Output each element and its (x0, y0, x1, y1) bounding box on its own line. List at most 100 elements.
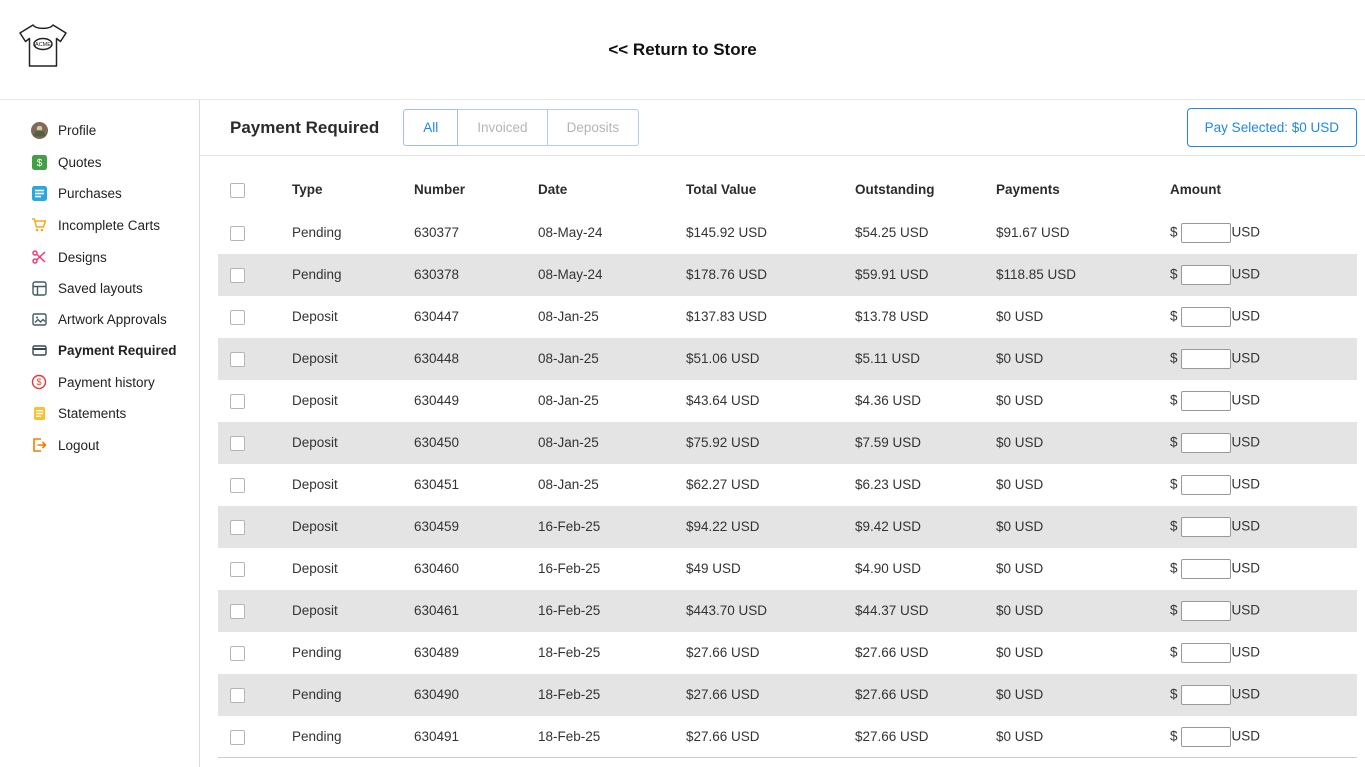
cell-select (218, 716, 292, 758)
row-checkbox[interactable] (230, 646, 245, 661)
tab-group: AllInvoicedDeposits (403, 109, 639, 146)
sidebar-item-quotes[interactable]: $Quotes (0, 147, 199, 178)
amount-input[interactable] (1181, 475, 1231, 495)
table-row: Deposit63044808-Jan-25$51.06 USD$5.11 US… (218, 338, 1357, 380)
row-checkbox[interactable] (230, 226, 245, 241)
cell-select (218, 590, 292, 632)
row-checkbox[interactable] (230, 394, 245, 409)
cell-type: Pending (292, 674, 414, 716)
row-checkbox[interactable] (230, 688, 245, 703)
cell-select (218, 254, 292, 296)
amount-input[interactable] (1181, 433, 1231, 453)
cell-amount: $ USD (1170, 548, 1357, 590)
amount-input[interactable] (1181, 349, 1231, 369)
cell-outstanding: $27.66 USD (855, 632, 996, 674)
svg-text:ACME: ACME (35, 42, 51, 48)
sidebar-item-purchases[interactable]: Purchases (0, 178, 199, 209)
sidebar-item-designs[interactable]: Designs (0, 241, 199, 273)
cell-outstanding: $54.25 USD (855, 212, 996, 254)
amount-input[interactable] (1181, 727, 1231, 747)
amount-currency-prefix: $ (1170, 561, 1178, 576)
sidebar-item-saved-layouts[interactable]: Saved layouts (0, 273, 199, 304)
cell-outstanding: $6.23 USD (855, 464, 996, 506)
amount-input[interactable] (1181, 391, 1231, 411)
row-checkbox[interactable] (230, 478, 245, 493)
table-body: Pending63037708-May-24$145.92 USD$54.25 … (218, 212, 1357, 758)
row-checkbox[interactable] (230, 562, 245, 577)
row-checkbox[interactable] (230, 730, 245, 745)
column-header-number: Number (414, 156, 538, 212)
cell-outstanding: $5.11 USD (855, 338, 996, 380)
sidebar-item-payment-history[interactable]: $Payment history (0, 366, 199, 398)
statements-icon (30, 406, 48, 421)
return-to-store-link[interactable]: << Return to Store (608, 40, 756, 60)
amount-input[interactable] (1181, 265, 1231, 285)
amount-input[interactable] (1181, 643, 1231, 663)
table-row: Pending63049118-Feb-25$27.66 USD$27.66 U… (218, 716, 1357, 758)
amount-currency-suffix: USD (1232, 309, 1261, 324)
cell-date: 18-Feb-25 (538, 716, 686, 758)
table-row: Deposit63045008-Jan-25$75.92 USD$7.59 US… (218, 422, 1357, 464)
row-checkbox[interactable] (230, 310, 245, 325)
cell-payments: $0 USD (996, 590, 1170, 632)
sidebar-item-artwork-approvals[interactable]: Artwork Approvals (0, 304, 199, 335)
table-row: Pending63037708-May-24$145.92 USD$54.25 … (218, 212, 1357, 254)
cell-payments: $0 USD (996, 380, 1170, 422)
table-row: Pending63048918-Feb-25$27.66 USD$27.66 U… (218, 632, 1357, 674)
row-checkbox[interactable] (230, 352, 245, 367)
cell-select (218, 422, 292, 464)
select-all-checkbox[interactable] (230, 183, 245, 198)
cell-date: 08-May-24 (538, 212, 686, 254)
sidebar-item-profile[interactable]: Profile (0, 114, 199, 147)
tab-invoiced[interactable]: Invoiced (457, 109, 547, 146)
cell-total-value: $27.66 USD (686, 674, 855, 716)
cell-type: Pending (292, 716, 414, 758)
row-checkbox[interactable] (230, 268, 245, 283)
amount-input[interactable] (1181, 517, 1231, 537)
cell-amount: $USD (1170, 422, 1357, 464)
cell-number: 630460 (414, 548, 538, 590)
amount-currency-suffix: USD (1232, 561, 1261, 576)
sidebar-item-statements[interactable]: Statements (0, 398, 199, 429)
cell-number: 630490 (414, 674, 538, 716)
amount-input[interactable] (1181, 307, 1231, 327)
cell-amount: $USD (1170, 632, 1357, 674)
cell-select (218, 296, 292, 338)
tab-all[interactable]: All (403, 109, 458, 146)
pay-selected-button[interactable]: Pay Selected: $0 USD (1187, 108, 1357, 147)
amount-input[interactable] (1181, 601, 1231, 621)
amount-currency-prefix: $ (1170, 309, 1178, 324)
row-checkbox[interactable] (230, 604, 245, 619)
cell-type: Deposit (292, 590, 414, 632)
cell-number: 630449 (414, 380, 538, 422)
row-checkbox[interactable] (230, 436, 245, 451)
amount-currency-suffix: USD (1232, 645, 1261, 660)
payment-required-icon (30, 343, 48, 358)
table-row: Pending63037808-May-24$178.76 USD$59.91 … (218, 254, 1357, 296)
amount-input[interactable] (1181, 559, 1231, 579)
cell-payments: $0 USD (996, 296, 1170, 338)
amount-input[interactable] (1181, 685, 1231, 705)
sidebar-menu: Profile$QuotesPurchasesIncomplete CartsD… (0, 114, 199, 461)
cell-date: 18-Feb-25 (538, 632, 686, 674)
amount-input[interactable] (1181, 223, 1231, 243)
amount-currency-suffix: USD (1232, 435, 1261, 450)
cell-select (218, 548, 292, 590)
cell-outstanding: $44.37 USD (855, 590, 996, 632)
row-checkbox[interactable] (230, 520, 245, 535)
amount-currency-suffix: USD (1232, 393, 1261, 408)
amount-currency-suffix: USD (1232, 687, 1261, 702)
tab-deposits[interactable]: Deposits (547, 109, 640, 146)
table-header-row: TypeNumberDateTotal ValueOutstandingPaym… (218, 156, 1357, 212)
cell-number: 630461 (414, 590, 538, 632)
cell-type: Deposit (292, 338, 414, 380)
sidebar-item-label: Artwork Approvals (58, 312, 167, 327)
cell-total-value: $178.76 USD (686, 254, 855, 296)
sidebar-item-payment-required[interactable]: Payment Required (0, 335, 199, 366)
amount-currency-prefix: $ (1170, 728, 1178, 743)
store-logo[interactable]: ACME (16, 21, 70, 78)
sidebar-item-incomplete-carts[interactable]: Incomplete Carts (0, 209, 199, 241)
cell-select (218, 464, 292, 506)
sidebar-item-logout[interactable]: Logout (0, 429, 199, 461)
cell-number: 630451 (414, 464, 538, 506)
